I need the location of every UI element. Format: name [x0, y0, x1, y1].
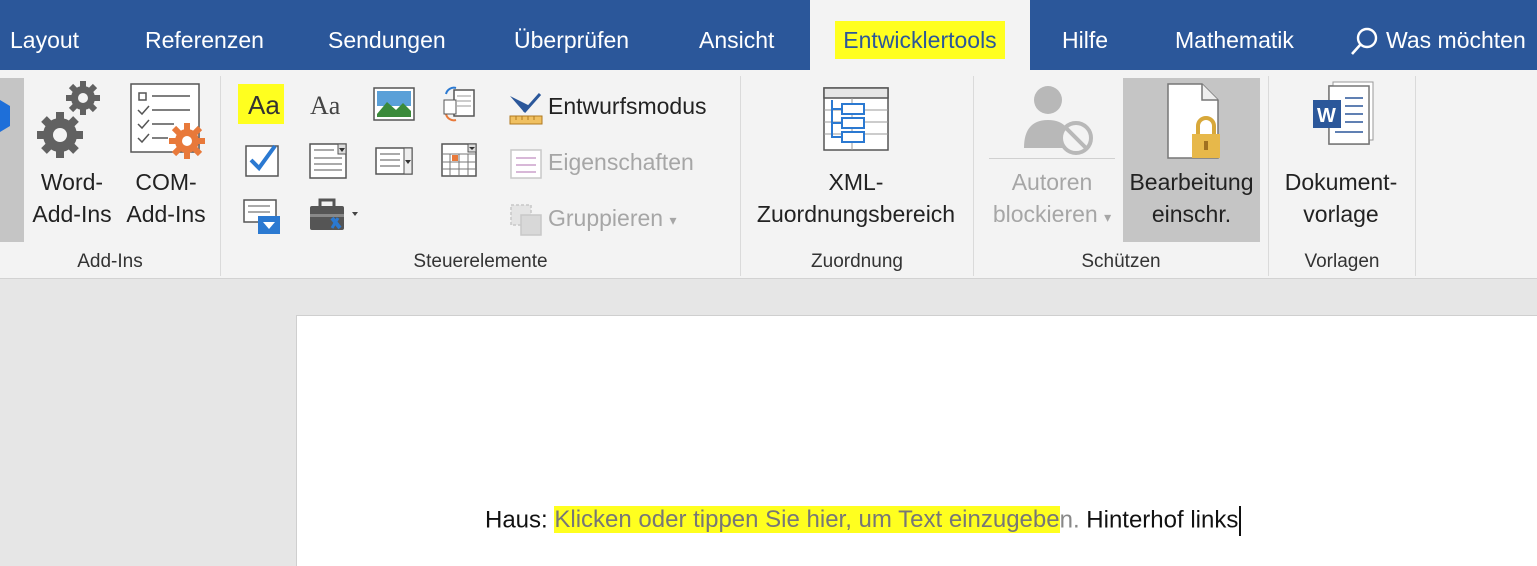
content-control-placeholder-tail: n.: [1059, 506, 1080, 534]
picture-control-icon[interactable]: [372, 84, 415, 126]
rich-text-control-icon[interactable]: Aa: [238, 84, 284, 124]
design-mode-button[interactable]: Entwurfsmodus: [508, 86, 707, 126]
design-mode-label: Entwurfsmodus: [548, 93, 707, 119]
tell-me-label: Was möchten: [1386, 27, 1526, 53]
document-template-button[interactable]: W Dokument- vorlage: [1274, 78, 1408, 242]
com-addins-label-2: Add-Ins: [126, 201, 206, 227]
properties-button[interactable]: Eigenschaften: [508, 142, 694, 182]
group-separator: [740, 76, 741, 276]
properties-icon: [508, 146, 544, 182]
group-label-vorlagen: Vorlagen: [1304, 251, 1380, 272]
com-addins-label-1: COM-: [135, 169, 197, 195]
svg-text:W: W: [1317, 105, 1336, 127]
chevron-down-icon: ▾: [669, 211, 677, 228]
tab-referenzen[interactable]: Referenzen: [145, 0, 264, 70]
word-addins-button[interactable]: Word- Add-Ins: [26, 78, 118, 242]
checkbox-control-icon[interactable]: [242, 140, 282, 182]
legacy-tools-icon[interactable]: [306, 196, 362, 238]
group-separator: [1268, 76, 1269, 276]
svg-text:Aa: Aa: [310, 91, 341, 120]
plain-text-control-icon[interactable]: Aa: [306, 84, 346, 126]
xml-mapping-label-2: Zuordnungsbereich: [756, 201, 956, 227]
tab-layout[interactable]: Layout: [10, 0, 79, 70]
repeating-section-control-icon[interactable]: [242, 196, 282, 238]
properties-label: Eigenschaften: [548, 149, 694, 175]
gear-icon: [26, 78, 118, 166]
text-prefix: Haus:: [485, 506, 555, 534]
group-separator: [220, 76, 221, 276]
building-block-control-icon[interactable]: [440, 84, 480, 126]
block-authors-button[interactable]: Autoren blockieren ▾: [984, 78, 1120, 242]
block-authors-label-2: blockieren: [992, 201, 1098, 227]
document-lock-icon: [1123, 78, 1260, 166]
svg-text:Aa: Aa: [248, 90, 280, 120]
document-template-label-1: Dokument-: [1284, 169, 1398, 195]
restrict-editing-button[interactable]: Bearbeitung einschr.: [1123, 78, 1260, 242]
group-label-addins: Add-Ins: [77, 251, 143, 272]
document-canvas: Haus: Klicken oder tippen Sie hier, um T…: [0, 279, 1537, 566]
group-label: Gruppieren: [548, 205, 664, 231]
tab-sendungen[interactable]: Sendungen: [328, 0, 446, 70]
text-suffix: Hinterhof links: [1079, 506, 1239, 534]
group-icon: [508, 202, 544, 238]
group-label-zuordnung: Zuordnung: [811, 251, 903, 272]
tab-entwicklertools[interactable]: Entwicklertools: [810, 0, 1030, 70]
document-text-line[interactable]: Haus: Klicken oder tippen Sie hier, um T…: [485, 506, 1242, 536]
xml-mapping-icon: [748, 78, 964, 166]
group-label-schuetzen: Schützen: [1081, 251, 1161, 272]
document-template-label-2: vorlage: [1303, 201, 1379, 227]
document-page[interactable]: Haus: Klicken oder tippen Sie hier, um T…: [296, 315, 1537, 566]
tab-mathematik[interactable]: Mathematik: [1175, 0, 1294, 70]
restrict-editing-label-2: einschr.: [1151, 201, 1232, 227]
ribbon-tab-bar: Layout Referenzen Sendungen Überprüfen A…: [0, 0, 1537, 70]
xml-mapping-label-1: XML-: [828, 169, 884, 195]
group-separator: [1415, 76, 1416, 276]
split-divider: [989, 158, 1115, 159]
search-icon: [1350, 26, 1380, 58]
word-addins-label-2: Add-Ins: [32, 201, 112, 227]
tab-ansicht[interactable]: Ansicht: [699, 0, 774, 70]
partial-ribbon-button[interactable]: [0, 78, 24, 242]
xml-mapping-pane-button[interactable]: XML- Zuordnungsbereich: [748, 78, 964, 242]
word-addins-label-1: Word-: [40, 169, 104, 195]
content-control-placeholder[interactable]: Klicken oder tippen Sie hier, um Text ei…: [554, 506, 1060, 534]
tab-entwicklertools-label: Entwicklertools: [835, 21, 1005, 59]
word-document-icon: W: [1274, 78, 1408, 166]
chevron-down-icon: ▾: [1104, 209, 1112, 225]
group-button[interactable]: Gruppieren ▾: [508, 198, 677, 238]
ribbon-panel: Word- Add-Ins COM- Add-Ins Add-Ins Aa Aa…: [0, 70, 1537, 279]
tab-ueberpruefen[interactable]: Überprüfen: [514, 0, 629, 70]
group-label-steuerelemente: Steuerelemente: [413, 251, 548, 272]
tab-hilfe[interactable]: Hilfe: [1062, 0, 1108, 70]
combo-box-control-icon[interactable]: [308, 140, 348, 182]
com-addins-button[interactable]: COM- Add-Ins: [122, 78, 210, 242]
tell-me-search[interactable]: Was möchten: [1350, 0, 1526, 70]
text-cursor: [1239, 506, 1242, 536]
block-authors-label-2-row: blockieren ▾: [984, 198, 1120, 233]
block-authors-label-1: Autoren: [1011, 169, 1093, 195]
checklist-gear-icon: [122, 78, 210, 166]
dropdown-list-control-icon[interactable]: [374, 140, 414, 182]
design-mode-icon: [508, 90, 544, 126]
restrict-editing-label-1: Bearbeitung: [1129, 169, 1254, 195]
block-user-icon: [984, 78, 1120, 160]
date-picker-control-icon[interactable]: [440, 140, 480, 182]
group-separator: [973, 76, 974, 276]
